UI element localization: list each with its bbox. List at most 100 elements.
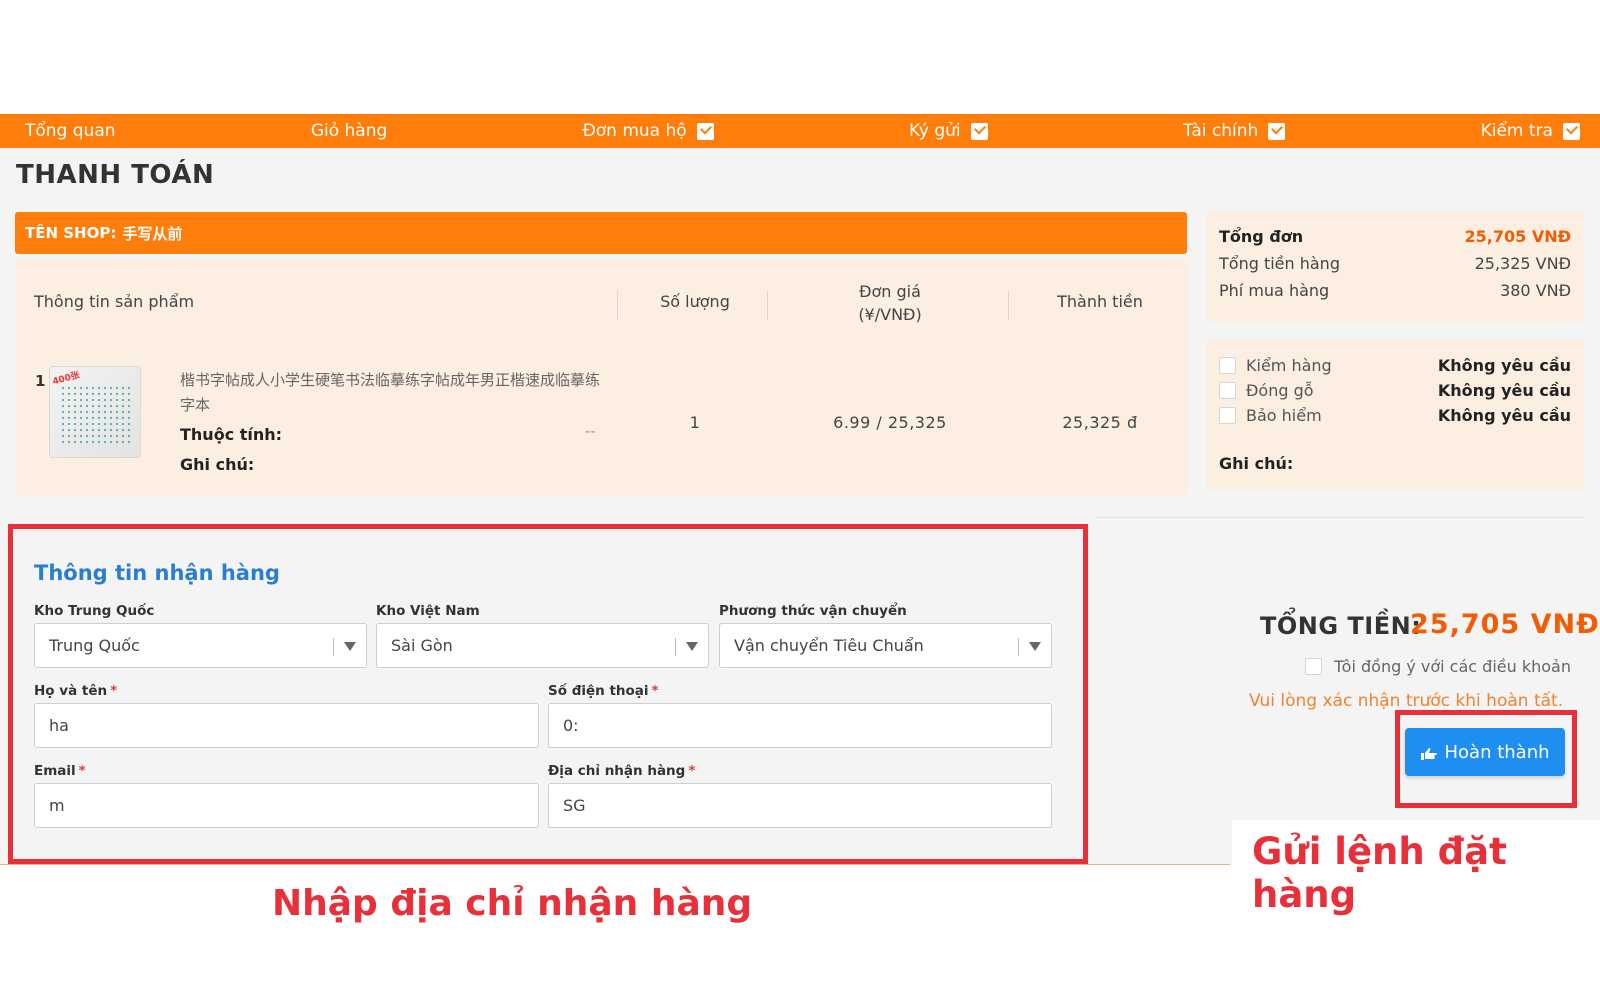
option-inspection-checkbox[interactable] [1219,357,1236,374]
checkout-page: { "nav": { "items": [ {"label": "Tổng qu… [0,0,1600,1000]
nav-label: Ký gửi [908,121,961,141]
confirm-warning: Vui lòng xác nhận trước khi hoàn tất. [1249,691,1564,711]
thumbnail-pattern [60,385,132,447]
option-label: Đóng gỗ [1246,381,1314,400]
row-index: 1 [35,372,46,390]
product-attribute-label: Thuộc tính: [180,425,283,444]
grand-total-label: TỔNG TIỀN: [1260,612,1422,640]
content-divider [0,864,1230,865]
nav-label: Tài chính [1182,121,1259,141]
column-divider [767,290,768,320]
submit-annotation-caption: Gửi lệnh đặt hàng [1252,830,1507,916]
fullname-label: Họ và tên * [34,683,117,699]
shop-label: TÊN SHOP: [25,224,117,242]
grand-total-value: 25,705 VNĐ [1410,609,1600,640]
col-header-quantity: Số lượng [660,292,730,311]
main-nav: Tổng quan Giỏ hàng Đơn mua hộ Ký gửi Tài… [0,114,1600,148]
caret-down-icon [1029,642,1041,651]
product-note-label: Ghi chú: [180,455,255,474]
complete-order-button[interactable]: Hoàn thành [1405,728,1565,776]
summary-goods-total-value: 25,325 VNĐ [1474,254,1571,273]
nav-item-consignment[interactable]: Ký gửi [909,121,988,141]
dropdown-check-icon [1562,122,1580,140]
address-label-text: Địa chỉ nhận hàng [548,763,686,779]
summary-order-total-value: 25,705 VNĐ [1464,227,1572,246]
summary-fee-value: 380 VNĐ [1500,281,1571,300]
product-name[interactable]: 楷书字帖成人小学生硬笔书法临摹练字帖成年男正楷速成临摹练字本 [180,368,600,418]
summary-order-total-label: Tổng đơn [1219,227,1304,246]
summary-order-total: Tổng đơn 25,705 VNĐ [1219,227,1571,246]
nav-item-cart[interactable]: Giỏ hàng [311,121,387,141]
summary-goods-total: Tổng tiền hàng 25,325 VNĐ [1219,254,1571,273]
dropdown-check-icon [970,122,988,140]
cn-warehouse-select[interactable]: Trung Quốc [34,623,367,668]
nav-label: Đơn mua hộ [582,121,687,141]
nav-label: Kiểm tra [1480,121,1553,141]
summary-goods-total-label: Tổng tiền hàng [1219,254,1340,273]
col-header-unit-price-line1: Đơn giá [859,282,921,301]
option-label: Kiểm hàng [1246,356,1332,375]
required-mark: * [78,763,86,779]
option-wood-packing-checkbox[interactable] [1219,382,1236,399]
terms-checkbox[interactable] [1305,658,1322,675]
phone-input[interactable]: 0: [548,703,1052,748]
shipping-method-label: Phương thức vận chuyển [719,603,907,619]
col-header-product: Thông tin sản phẩm [34,292,195,311]
nav-label: Tổng quan [25,121,116,141]
product-thumbnail[interactable]: 400张 [49,366,141,458]
required-mark: * [110,683,118,699]
section-divider [1095,517,1585,518]
column-divider [617,290,618,320]
address-annotation-caption: Nhập địa chỉ nhận hàng [272,883,753,924]
caret-down-icon [686,642,698,651]
address-input[interactable]: SG [548,783,1052,828]
shipping-form-title: Thông tin nhận hàng [34,561,280,585]
option-insurance-checkbox[interactable] [1219,407,1236,424]
col-header-unit-price-line2: (¥/VNĐ) [858,305,922,324]
terms-agreement: Tôi đồng ý với các điều khoản [1305,657,1571,676]
shipping-method-value: Vận chuyển Tiêu Chuẩn [734,636,924,655]
email-input[interactable]: m [34,783,539,828]
shipping-method-select[interactable]: Vận chuyển Tiêu Chuẩn [719,623,1052,668]
nav-item-check[interactable]: Kiểm tra [1481,121,1580,141]
column-divider [1008,290,1009,320]
select-divider [1018,638,1019,656]
fullname-label-text: Họ và tên [34,683,108,699]
select-divider [333,638,334,656]
phone-label: Số điện thoại * [548,683,659,699]
required-mark: * [651,683,659,699]
vn-warehouse-select[interactable]: Sài Gòn [376,623,709,668]
options-note-label: Ghi chú: [1219,454,1294,473]
address-label: Địa chỉ nhận hàng * [548,763,695,779]
option-wood-packing: Đóng gỗ Không yêu cầu [1219,381,1571,400]
shop-name: 手写从前 [122,224,183,243]
nav-item-finance[interactable]: Tài chính [1182,121,1286,141]
fullname-input[interactable]: ha [34,703,539,748]
dropdown-check-icon [696,122,714,140]
col-header-unit-price: Đơn giá (¥/VNĐ) [780,282,1000,324]
option-value: Không yêu cầu [1437,406,1571,425]
email-label-text: Email [34,763,76,779]
terms-label: Tôi đồng ý với các điều khoản [1334,657,1571,676]
option-insurance: Bảo hiểm Không yêu cầu [1219,406,1571,425]
product-quantity: 1 [689,413,701,432]
option-value: Không yêu cầu [1437,381,1571,400]
nav-item-purchase-orders[interactable]: Đơn mua hộ [583,121,714,141]
required-mark: * [688,763,696,779]
product-total: 25,325 đ [1062,413,1138,432]
summary-fee: Phí mua hàng 380 VNĐ [1219,281,1571,300]
option-value: Không yêu cầu [1437,356,1571,375]
option-label: Bảo hiểm [1246,406,1322,425]
page-title: THANH TOÁN [16,160,215,190]
summary-fee-label: Phí mua hàng [1219,281,1330,300]
col-header-total: Thành tiền [1057,292,1143,311]
pointing-hand-icon [1420,745,1438,760]
dropdown-check-icon [1268,122,1286,140]
cn-warehouse-value: Trung Quốc [49,636,140,655]
shop-header: TÊN SHOP: 手写从前 [15,212,1187,254]
select-divider [675,638,676,656]
nav-label: Giỏ hàng [310,121,388,141]
nav-item-overview[interactable]: Tổng quan [25,121,116,141]
caret-down-icon [344,642,356,651]
product-unit-price: 6.99 / 25,325 [833,413,947,432]
